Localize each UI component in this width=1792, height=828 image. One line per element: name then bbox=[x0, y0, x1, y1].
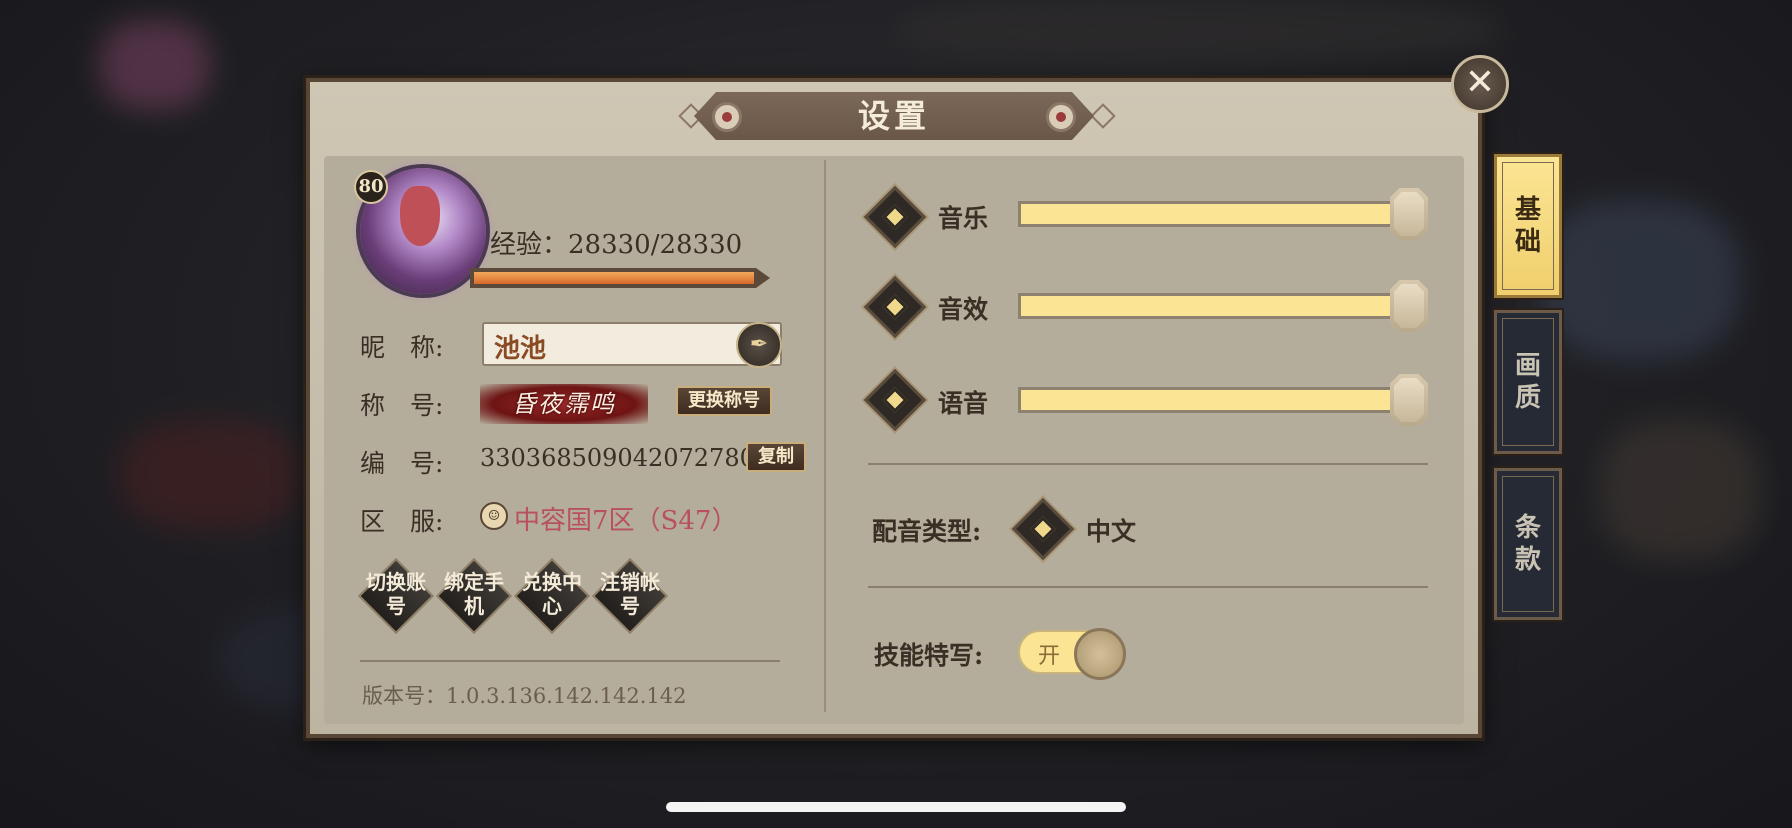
tab-terms[interactable]: 条款 bbox=[1494, 468, 1562, 620]
panel-divider bbox=[824, 160, 826, 712]
tab-graphics-label: 画质 bbox=[1514, 351, 1541, 413]
voice-label: 语音 bbox=[938, 389, 989, 418]
exp-text: 经验：28330/28330 bbox=[490, 230, 743, 260]
avatar-portrait-icon bbox=[400, 186, 440, 246]
version-text: 版本号：1.0.3.136.142.142.142 bbox=[362, 684, 687, 708]
nickname-value: 池池 bbox=[494, 334, 547, 364]
delete-account-label: 注销帐号 bbox=[600, 570, 660, 618]
music-icon bbox=[863, 185, 927, 249]
right-divider-2 bbox=[868, 586, 1428, 588]
bind-phone-button[interactable]: 绑定手机 bbox=[435, 557, 513, 635]
copy-button[interactable]: 复制 bbox=[746, 442, 806, 472]
level-badge: 80 bbox=[354, 170, 388, 204]
sfx-slider[interactable] bbox=[1018, 293, 1428, 319]
voice-slider-knob[interactable] bbox=[1390, 374, 1428, 426]
home-indicator bbox=[666, 802, 1126, 812]
sfx-slider-knob[interactable] bbox=[1390, 280, 1428, 332]
skill-closeup-state: 开 bbox=[1038, 644, 1061, 669]
music-label: 音乐 bbox=[938, 204, 989, 233]
right-divider-1 bbox=[868, 463, 1428, 465]
tab-graphics[interactable]: 画质 bbox=[1494, 310, 1562, 454]
sfx-icon bbox=[863, 275, 927, 339]
skill-closeup-label: 技能特写: bbox=[874, 641, 984, 670]
title-right-arrow-icon bbox=[1090, 103, 1116, 129]
redeem-center-label: 兑换中心 bbox=[522, 570, 582, 618]
redeem-center-button[interactable]: 兑换中心 bbox=[513, 557, 591, 635]
id-label: 编 号: bbox=[360, 449, 444, 478]
music-slider[interactable] bbox=[1018, 201, 1428, 227]
tab-basic[interactable]: 基础 bbox=[1494, 154, 1562, 298]
nickname-label: 昵 称: bbox=[360, 333, 444, 362]
server-value: 中容国7区（S47） bbox=[514, 506, 738, 536]
sfx-label: 音效 bbox=[938, 295, 989, 324]
close-button[interactable]: ✕ bbox=[1451, 55, 1509, 113]
dialog-title: 设置 bbox=[857, 97, 930, 135]
tab-basic-label: 基础 bbox=[1514, 195, 1541, 257]
voice-icon bbox=[863, 368, 927, 432]
toggle-knob[interactable] bbox=[1074, 628, 1126, 680]
title-badge: 昏夜霈鸣 bbox=[480, 384, 648, 424]
voice-type-value: 中文 bbox=[1086, 517, 1137, 546]
left-divider bbox=[360, 660, 780, 662]
exp-bar-fill bbox=[474, 272, 754, 284]
server-label: 区 服: bbox=[360, 507, 444, 536]
voice-type-label: 配音类型: bbox=[872, 517, 982, 546]
switch-account-label: 切换账号 bbox=[366, 570, 426, 618]
server-icon: ☺ bbox=[480, 502, 508, 530]
title-label: 称 号: bbox=[360, 391, 444, 420]
change-title-button[interactable]: 更换称号 bbox=[676, 386, 772, 416]
voice-slider[interactable] bbox=[1018, 387, 1428, 413]
edit-nickname-pen-icon[interactable]: ✒ bbox=[736, 322, 782, 368]
switch-account-button[interactable]: 切换账号 bbox=[357, 557, 435, 635]
tab-terms-label: 条款 bbox=[1514, 513, 1541, 575]
id-value: 3303685090420727808 bbox=[480, 444, 771, 472]
voice-type-selector-icon[interactable] bbox=[1011, 497, 1075, 561]
music-slider-knob[interactable] bbox=[1390, 188, 1428, 240]
bind-phone-label: 绑定手机 bbox=[444, 570, 504, 618]
delete-account-button[interactable]: 注销帐号 bbox=[591, 557, 669, 635]
